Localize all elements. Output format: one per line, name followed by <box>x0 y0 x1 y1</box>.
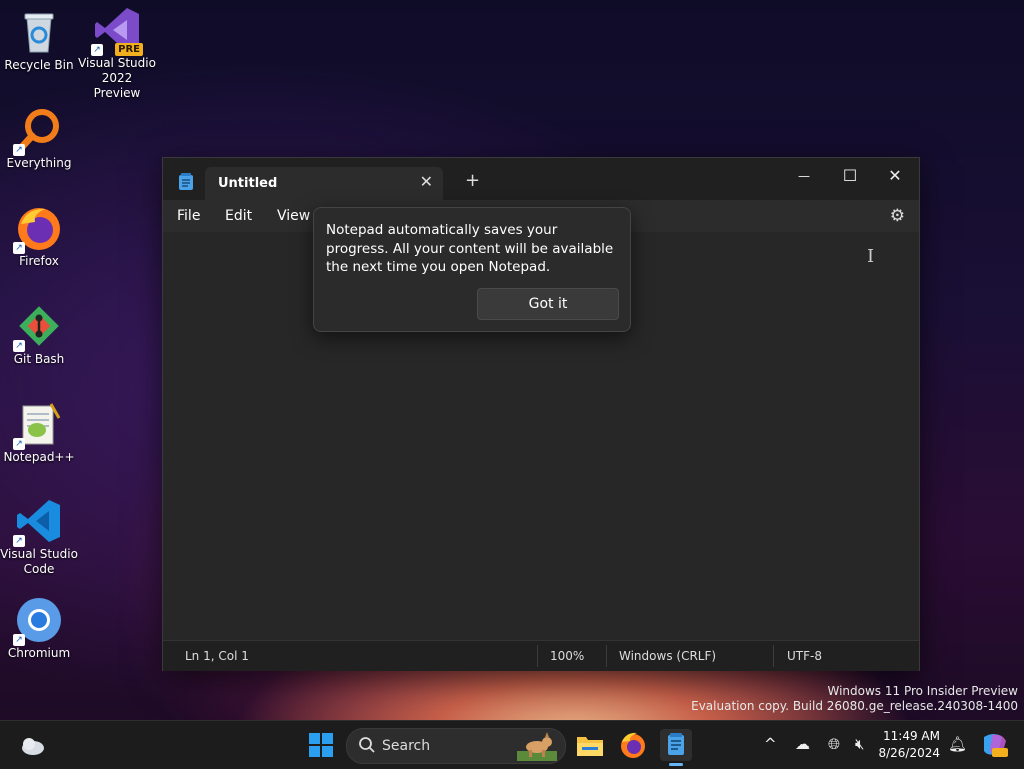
minimize-button[interactable]: — <box>781 162 827 190</box>
firefox-icon: ↗ <box>13 204 63 254</box>
taskbar: Search ^ ☁ 🌐︎ 🔇︎ 11:49 AM 8/26/2024 🔔︎ <box>0 720 1024 769</box>
pre-badge: PRE <box>115 43 143 56</box>
desktop-icon-notepadpp[interactable]: ↗ Notepad++ <box>0 400 78 465</box>
menu-view[interactable]: View <box>277 208 310 224</box>
desktop-icon-label: Chromium <box>7 646 71 660</box>
tab-untitled[interactable]: Untitled ✕ <box>205 167 443 200</box>
text-cursor-icon: I <box>867 246 875 267</box>
encoding[interactable]: UTF-8 <box>787 649 822 663</box>
clock-time: 11:49 AM <box>883 729 940 743</box>
desktop-icon-everything[interactable]: ↗ Everything <box>0 106 78 171</box>
desktop-icon-firefox[interactable]: ↗ Firefox <box>0 204 78 269</box>
copilot-pre-icon[interactable] <box>978 729 1010 761</box>
status-separator <box>537 645 538 667</box>
line-ending[interactable]: Windows (CRLF) <box>619 649 716 663</box>
desktop-icon-visual-studio[interactable]: PRE ↗ Visual Studio 2022 Preview <box>78 6 156 101</box>
shortcut-arrow-icon: ↗ <box>13 340 25 352</box>
desktop-icon-label: Firefox <box>19 254 59 268</box>
popup-message: Notepad automatically saves your progres… <box>326 222 614 275</box>
desktop-icon-label: Git Bash <box>13 352 65 366</box>
notepad-app-icon <box>178 173 194 195</box>
shortcut-arrow-icon: ↗ <box>13 535 25 547</box>
desktop-icon-recycle-bin[interactable]: Recycle Bin <box>0 8 78 73</box>
desktop-icon-label: Visual Studio Code <box>0 547 78 576</box>
desktop-icon-label: Everything <box>6 156 72 170</box>
desktop-icon-git-bash[interactable]: ↗ Git Bash <box>0 302 78 367</box>
tab-title: Untitled <box>218 176 278 191</box>
notepad-taskbar-icon[interactable] <box>660 729 692 766</box>
shortcut-arrow-icon: ↗ <box>91 44 103 56</box>
shortcut-arrow-icon: ↗ <box>13 242 25 254</box>
close-button[interactable]: ✕ <box>872 162 918 190</box>
vscode-icon: ↗ <box>13 497 63 547</box>
tab-close-icon[interactable]: ✕ <box>420 172 433 191</box>
system-clock[interactable]: 11:49 AM 8/26/2024 <box>878 728 940 762</box>
shortcut-arrow-icon: ↗ <box>13 438 25 450</box>
evaluation-watermark: Windows 11 Pro Insider Preview Evaluatio… <box>691 684 1018 714</box>
search-icon <box>358 736 376 758</box>
maximize-button[interactable]: ☐ <box>827 162 873 190</box>
menu-edit[interactable]: Edit <box>225 208 252 224</box>
onedrive-offline-icon[interactable]: ☁ <box>795 735 810 753</box>
tray-overflow-chevron-icon[interactable]: ^ <box>764 735 777 753</box>
clock-date: 8/26/2024 <box>878 746 940 760</box>
settings-gear-icon[interactable]: ⚙ <box>890 206 905 226</box>
status-separator <box>606 645 607 667</box>
desktop-icon-label: Visual Studio 2022 Preview <box>78 56 156 100</box>
file-explorer-icon[interactable] <box>574 729 606 761</box>
start-windows-icon[interactable] <box>305 729 337 761</box>
firefox-taskbar-icon[interactable] <box>617 729 649 761</box>
search-highlight-dog-icon <box>517 731 557 765</box>
shortcut-arrow-icon: ↗ <box>13 634 25 646</box>
network-globe-icon[interactable]: 🌐︎ <box>828 735 840 753</box>
notepadpp-icon: ↗ <box>13 400 63 450</box>
new-tab-button[interactable]: + <box>465 170 480 191</box>
zoom-level[interactable]: 100% <box>550 649 584 663</box>
status-separator <box>773 645 774 667</box>
recycle-bin-icon <box>15 8 63 56</box>
watermark-line-2: Evaluation copy. Build 26080.ge_release.… <box>691 699 1018 713</box>
autosave-teaching-popup: Notepad automatically saves your progres… <box>313 207 631 332</box>
chromium-icon: ↗ <box>13 596 63 646</box>
desktop-icon-label: Notepad++ <box>3 450 75 464</box>
watermark-line-1: Windows 11 Pro Insider Preview <box>827 684 1018 698</box>
search-label: Search <box>382 738 431 754</box>
desktop-icon-label: Recycle Bin <box>4 58 74 72</box>
got-it-button[interactable]: Got it <box>477 288 619 320</box>
menu-file[interactable]: File <box>177 208 200 224</box>
desktop-icon-chromium[interactable]: ↗ Chromium <box>0 596 78 661</box>
volume-muted-icon[interactable]: 🔇︎ <box>855 735 864 753</box>
weather-icon[interactable] <box>16 729 48 761</box>
git-bash-icon: ↗ <box>13 302 63 352</box>
notification-bell-icon[interactable]: 🔔︎ <box>948 735 967 753</box>
title-bar[interactable]: Untitled ✕ + — ☐ ✕ <box>163 158 919 200</box>
taskbar-search-box[interactable]: Search <box>346 728 566 764</box>
cursor-position: Ln 1, Col 1 <box>185 649 249 663</box>
status-bar: Ln 1, Col 1 100% Windows (CRLF) UTF-8 <box>163 640 919 671</box>
everything-icon: ↗ <box>13 106 63 156</box>
active-indicator <box>669 763 683 766</box>
visual-studio-icon: PRE ↗ <box>91 6 143 56</box>
desktop-icon-vscode[interactable]: ↗ Visual Studio Code <box>0 497 78 577</box>
shortcut-arrow-icon: ↗ <box>13 144 25 156</box>
